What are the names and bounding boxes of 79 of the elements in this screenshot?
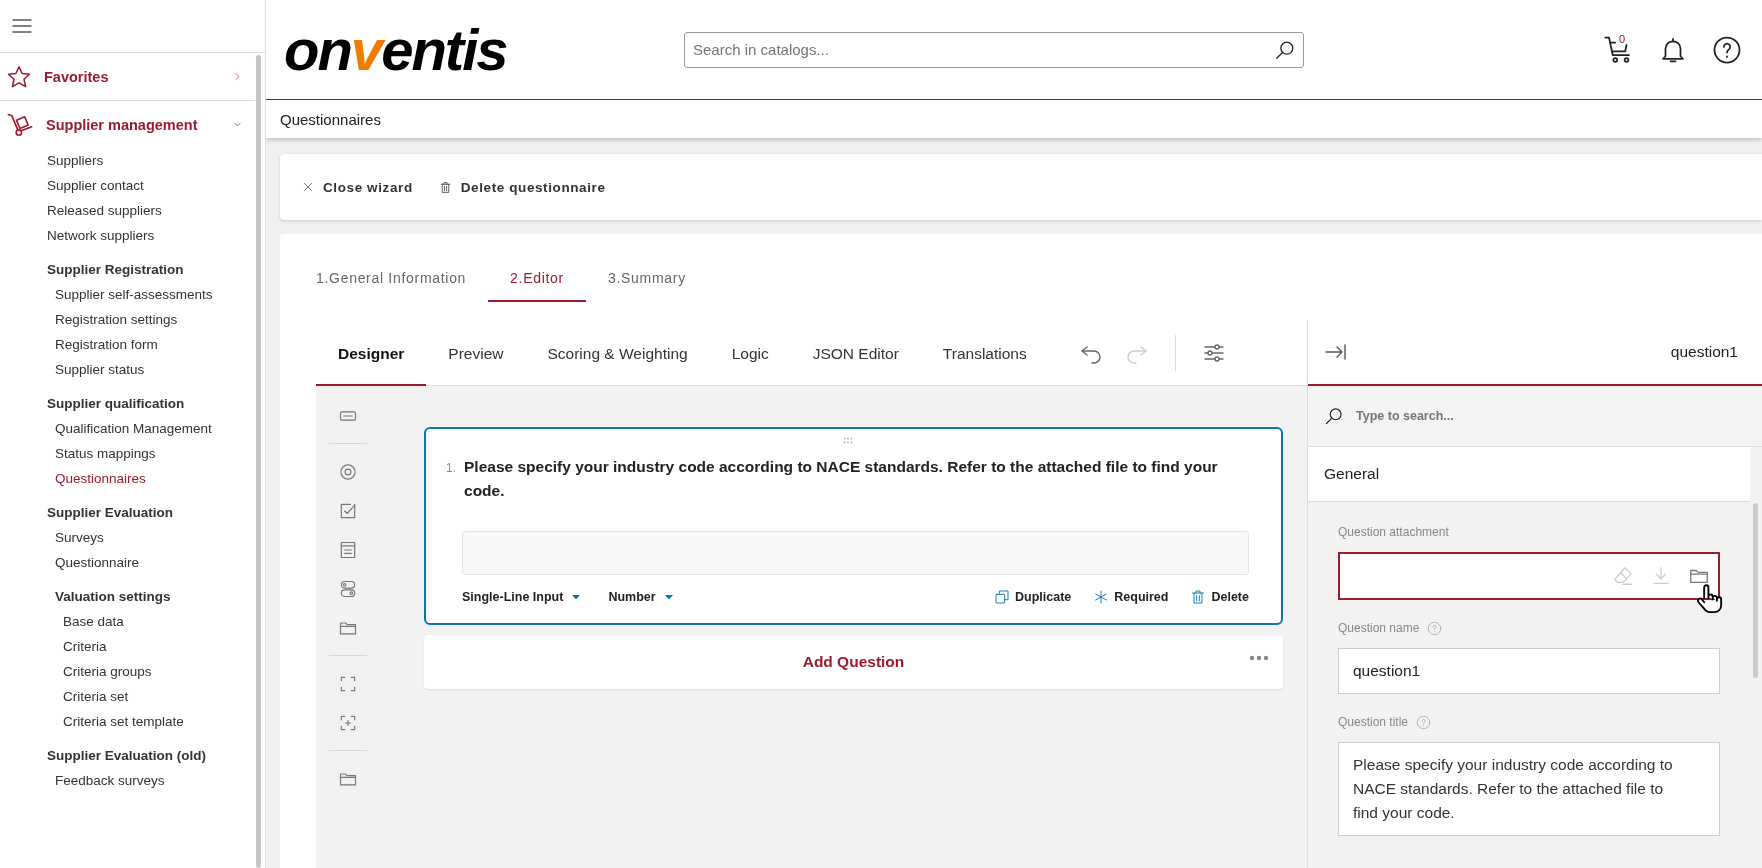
sidebar-section-heading: Valuation settings: [54, 588, 172, 606]
input-format-dropdown[interactable]: Number: [608, 590, 675, 604]
editor-tab[interactable]: JSON Editor: [790, 320, 921, 386]
answer-input-field[interactable]: [462, 531, 1249, 575]
sidebar-link[interactable]: Qualification Management: [0, 416, 255, 441]
field-label: Question name: [1338, 621, 1420, 635]
sidebar-link[interactable]: Supplier status: [0, 357, 255, 382]
logo: onventis: [284, 20, 508, 79]
sidebar-link[interactable]: Suppliers: [0, 148, 255, 173]
help-button[interactable]: [1712, 34, 1742, 65]
sidebar-link[interactable]: Registration settings: [0, 307, 255, 332]
sidebar-section-heading: Supplier Registration: [46, 261, 185, 279]
question-type-dropdown[interactable]: Single-Line Input: [462, 590, 583, 604]
scrollbar[interactable]: [256, 55, 261, 868]
editor-tab[interactable]: Preview: [426, 320, 526, 386]
sidebar-link[interactable]: Criteria set template: [0, 709, 255, 734]
sidebar-section-heading: Supplier qualification: [46, 395, 186, 413]
sidebar-link[interactable]: Registration form: [0, 332, 255, 357]
panel-title: question1: [1670, 343, 1738, 361]
question-action-button[interactable]: Required: [1093, 589, 1169, 605]
catalog-search-field[interactable]: Search in catalogs...: [684, 31, 1304, 68]
question-card[interactable]: 1. Please specify your industry code according to NACE standards. Refer to the attached file to find your code. Single-Line Input Number Duplicate Required Delete: [424, 427, 1283, 625]
list-box-icon: [338, 539, 358, 560]
field-label: Question attachment: [1338, 525, 1449, 539]
page-title: Questionnaires: [266, 100, 1762, 138]
section-header[interactable]: General: [1308, 447, 1750, 502]
add-question-button[interactable]: Add Question: [424, 635, 1283, 689]
search-icon: [1324, 406, 1344, 426]
more-icon: [1249, 655, 1269, 661]
question-title-field[interactable]: Please specify your industry code according to NACE standards. Refer to the attached file to find your code.: [1338, 742, 1720, 836]
editor-tab[interactable]: Scoring & Weighting: [525, 320, 710, 386]
more-button[interactable]: [1249, 655, 1269, 661]
question-number: 1.: [446, 461, 456, 475]
question-action-button[interactable]: Delete: [1190, 589, 1249, 605]
field-label: Question title: [1338, 715, 1409, 729]
asterisk-icon: [1093, 589, 1110, 605]
help-icon: [1427, 620, 1443, 636]
star-icon: [6, 63, 32, 90]
question-name-field[interactable]: question1: [1338, 648, 1720, 694]
sidebar-section-heading: Supplier Evaluation (old): [46, 747, 207, 765]
download-icon: [1650, 565, 1672, 587]
help-icon: [1416, 714, 1432, 730]
sidebar-link[interactable]: Feedback surveys: [0, 768, 255, 793]
property-search-field[interactable]: Type to search...: [1354, 408, 1532, 424]
sidebar-link[interactable]: Criteria: [0, 634, 255, 659]
wizard-step-tab[interactable]: 1.General Information: [316, 270, 489, 302]
sidebar-link[interactable]: Surveys: [0, 525, 255, 550]
cart-button[interactable]: 0: [1604, 34, 1634, 65]
sidebar-link[interactable]: Criteria groups: [0, 659, 255, 684]
sidebar-link[interactable]: Released suppliers: [0, 198, 255, 223]
sidebar-link[interactable]: Supplier contact: [0, 173, 255, 198]
sidebar-link[interactable]: Questionnaire: [0, 550, 255, 575]
sidebar-link[interactable]: Status mappings: [0, 441, 255, 466]
editor-tab[interactable]: Logic: [709, 320, 791, 386]
scrollbar[interactable]: [1753, 503, 1758, 678]
sidebar-link[interactable]: Supplier self-assessments: [0, 282, 255, 307]
sidebar-menu-item[interactable]: Favorites: [0, 53, 255, 101]
toolbar-button[interactable]: Close wizard: [302, 179, 413, 195]
editor-tab[interactable]: Translations: [920, 320, 1049, 386]
sidebar-link[interactable]: Questionnaires: [0, 466, 255, 491]
question-action-button[interactable]: Duplicate: [994, 589, 1072, 605]
trash-icon: [1190, 589, 1207, 605]
help-icon: [1712, 34, 1742, 65]
toggle-icon: [338, 578, 358, 599]
trash-icon: [438, 180, 452, 194]
sidebar-section-heading: Supplier Evaluation: [46, 504, 175, 522]
sidebar-menu-item[interactable]: Supplier management: [0, 101, 255, 148]
sidebar-link[interactable]: Base data: [0, 609, 255, 634]
question-title: Please specify your industry code according to NACE standards. Refer to the attached file to find your code.: [464, 457, 1219, 501]
radio-button-icon: [338, 461, 358, 482]
sidebar-link[interactable]: Network suppliers: [0, 223, 255, 248]
close-icon: [302, 181, 314, 193]
wizard-step-tab[interactable]: 3.Summary: [585, 270, 708, 302]
eraser-icon: [1612, 565, 1634, 587]
cart-count: 0: [1619, 32, 1626, 45]
toolbar-button[interactable]: Delete questionnaire: [438, 179, 606, 195]
wizard-step-tab[interactable]: 2.Editor: [488, 270, 586, 302]
duplicate-icon: [994, 589, 1010, 605]
sidebar-link[interactable]: Criteria set: [0, 684, 255, 709]
